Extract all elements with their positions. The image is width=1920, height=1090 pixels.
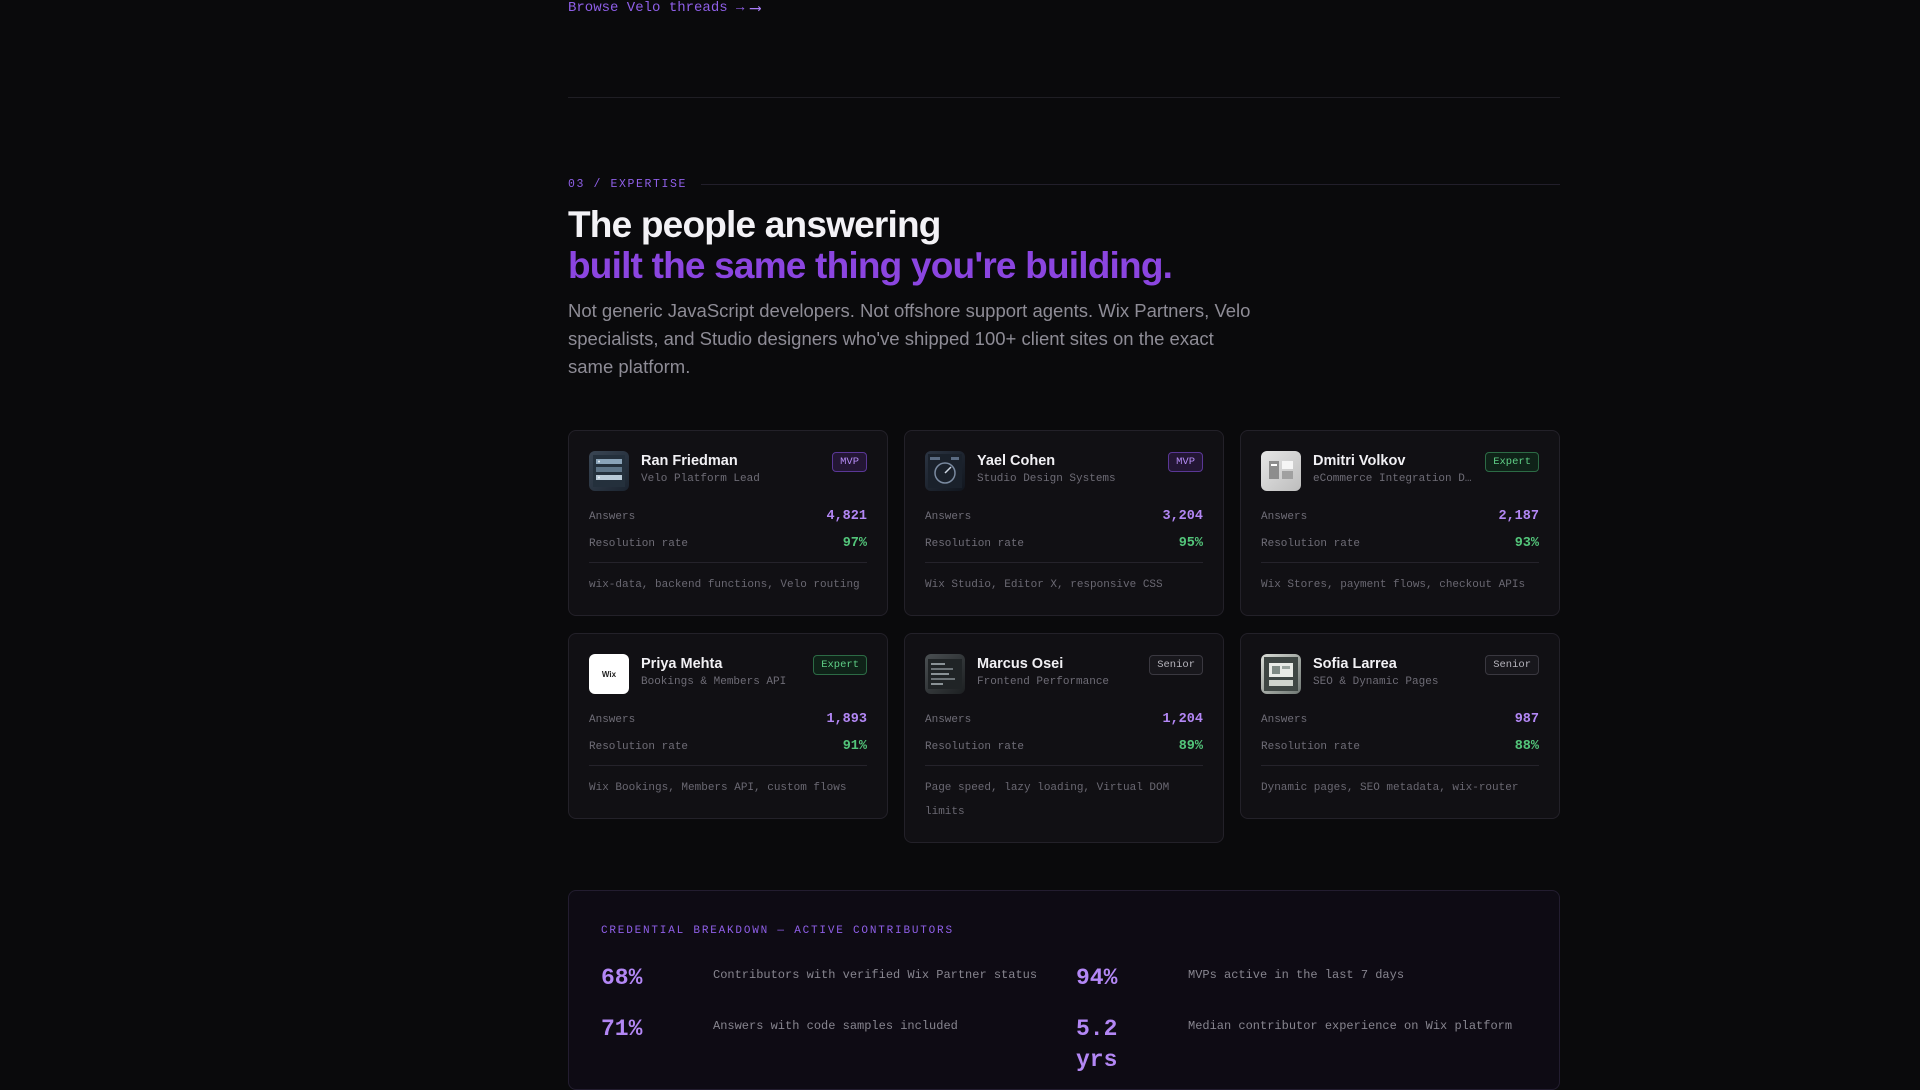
expert-card[interactable]: Wix Priya Mehta Bookings & Members API E… [568,633,888,819]
expert-name: Marcus Osei [977,656,1064,672]
eyebrow-rule [701,184,1560,185]
credential-breakdown-panel: CREDENTIAL BREAKDOWN — ACTIVE CONTRIBUTO… [568,890,1560,1090]
status-badge: MVP [1168,452,1203,472]
expert-role: Studio Design Systems [977,473,1116,485]
light-ui-photo-icon [1261,451,1301,491]
answers-count: 2,187 [1498,509,1539,524]
answers-count: 3,204 [1162,509,1203,524]
wix-logo-text: Wix [601,669,617,679]
headline-line-1: The people answering [568,204,941,245]
card-divider [589,562,867,563]
status-badge: Senior [1149,655,1203,675]
expert-role: Frontend Performance [977,676,1110,688]
credential-text: MVPs active in the last 7 days [1188,968,1405,982]
resolution-rate: 93% [1514,536,1539,551]
expert-grid: Ran Friedman Velo Platform Lead MVP Answ… [568,430,1560,843]
expert-role: eCommerce Integration Dev [1313,473,1474,485]
credential-value: 68% [601,965,643,991]
section-headline: The people answering built the same thin… [568,204,1173,286]
status-badge: MVP [832,452,867,472]
resolution-rate: 97% [842,536,867,551]
answers-label: Answers [925,713,972,726]
section-eyebrow: 03 / EXPERTISE [568,178,1560,191]
expert-card[interactable]: Ran Friedman Velo Platform Lead MVP Answ… [568,430,888,616]
expert-role: SEO & Dynamic Pages [1313,676,1439,688]
resolution-rate: 88% [1514,739,1539,754]
eyebrow-label: 03 / EXPERTISE [568,178,688,191]
resolution-label: Resolution rate [589,740,689,753]
resolution-rate: 91% [842,739,867,754]
card-divider [1261,765,1539,766]
browse-velo-threads-link[interactable]: Browse Velo threads → ⟶ [568,0,760,18]
answers-label: Answers [1261,713,1308,726]
dashboard-photo-icon [925,451,965,491]
resolution-rate: 95% [1178,536,1203,551]
credential-value: 94% [1076,965,1118,991]
server-rack-photo-icon [589,451,629,491]
arrow-right-icon: ⟶ [750,0,761,18]
resolution-label: Resolution rate [1261,740,1361,753]
expert-name: Priya Mehta [641,656,723,672]
credential-value: 71% [601,1016,643,1042]
answers-count: 1,204 [1162,712,1203,727]
expert-tags: Wix Studio, Editor X, responsive CSS [925,579,1163,591]
answers-label: Answers [1261,510,1308,523]
status-badge: Senior [1485,655,1539,675]
code-screen-photo-icon [925,654,965,694]
expert-tags: Page speed, lazy loading, Virtual DOM li… [925,782,1170,818]
expert-tags: Dynamic pages, SEO metadata, wix-router [1261,782,1519,794]
wix-logo-icon: Wix [589,654,629,694]
expert-tags: Wix Bookings, Members API, custom flows [589,782,847,794]
resolution-rate: 89% [1178,739,1203,754]
credential-text: Answers with code samples included [713,1019,958,1033]
resolution-label: Resolution rate [1261,537,1361,550]
expert-name: Yael Cohen [977,453,1056,469]
headline-line-2: built the same thing you're building. [568,245,1173,286]
answers-count: 1,893 [826,712,867,727]
credential-title: CREDENTIAL BREAKDOWN — ACTIVE CONTRIBUTO… [601,925,954,937]
expert-card[interactable]: Sofia Larrea SEO & Dynamic Pages Senior … [1240,633,1560,819]
resolution-label: Resolution rate [925,740,1025,753]
expert-card[interactable]: Yael Cohen Studio Design Systems MVP Ans… [904,430,1224,616]
card-divider [589,765,867,766]
sketch-photo-icon [1261,654,1301,694]
expert-name: Dmitri Volkov [1313,453,1406,469]
answers-count: 987 [1514,712,1539,727]
expert-role: Velo Platform Lead [641,473,760,485]
card-divider [925,765,1203,766]
expert-card[interactable]: Dmitri Volkov eCommerce Integration Dev … [1240,430,1560,616]
section-lede: Not generic JavaScript developers. Not o… [568,300,1251,377]
browse-link-label: Browse Velo threads → [568,0,745,16]
expert-tags: wix-data, backend functions, Velo routin… [589,579,860,591]
answers-label: Answers [925,510,972,523]
credential-text: Contributors with verified Wix Partner s… [713,968,1038,982]
card-divider [925,562,1203,563]
credential-text: Median contributor experience on Wix pla… [1188,1019,1513,1033]
answers-label: Answers [589,713,636,726]
resolution-label: Resolution rate [925,537,1025,550]
credential-stats: 68% Contributors with verified Wix Partn… [601,963,1527,1076]
resolution-label: Resolution rate [589,537,689,550]
card-divider [1261,562,1539,563]
answers-count: 4,821 [826,509,867,524]
expert-card[interactable]: Marcus Osei Frontend Performance Senior … [904,633,1224,843]
status-badge: Expert [813,655,867,675]
answers-label: Answers [589,510,636,523]
credential-value: 5.2 yrs [1076,1016,1118,1073]
expert-tags: Wix Stores, payment flows, checkout APIs [1261,579,1526,591]
expert-role: Bookings & Members API [641,676,787,688]
expert-name: Ran Friedman [641,453,738,469]
section-divider [568,97,1560,98]
expert-name: Sofia Larrea [1313,656,1397,672]
status-badge: Expert [1485,452,1539,472]
